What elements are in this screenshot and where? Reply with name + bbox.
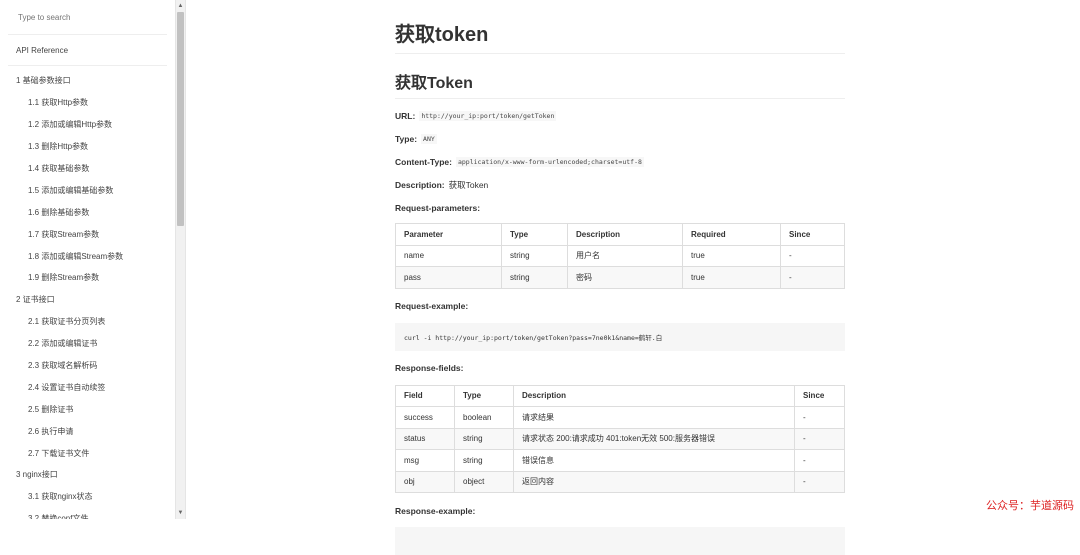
- table-cell: 用户名: [567, 244, 683, 267]
- table-cell: true: [682, 244, 781, 267]
- table-cell: true: [682, 266, 781, 289]
- table-header-row: Parameter Type Description Required Sinc…: [395, 223, 845, 246]
- toc-item[interactable]: 1.4 获取基础参数: [0, 158, 175, 180]
- content-type-field: Content-Type: application/x-www-form-url…: [395, 155, 845, 168]
- table-cell: name: [395, 244, 502, 267]
- watermark: 公众号：芋道源码: [986, 499, 1074, 512]
- table-row: status string 请求状态 200:请求成功 401:token无效 …: [395, 427, 845, 450]
- table-row: name string 用户名 true -: [395, 244, 845, 267]
- type-value: ANY: [421, 133, 437, 144]
- request-params-table: Parameter Type Description Required Sinc…: [395, 223, 845, 289]
- table-row: pass string 密码 true -: [395, 266, 845, 289]
- table-cell: boolean: [454, 406, 514, 429]
- table-cell: string: [454, 449, 514, 472]
- type-label: Type:: [395, 133, 418, 144]
- request-example-code: curl -i http://your_ip:port/token/getTok…: [395, 322, 845, 351]
- table-cell: 密码: [567, 266, 683, 289]
- table-cell: pass: [395, 266, 502, 289]
- search-input[interactable]: [16, 11, 160, 23]
- section-title: 获取Token: [395, 54, 845, 99]
- type-field: Type: ANY: [395, 132, 845, 145]
- scroll-up-icon[interactable]: ▲: [177, 2, 184, 10]
- response-example-label: Response-example:: [395, 505, 476, 516]
- toc-item[interactable]: 1.1 获取Http参数: [0, 92, 175, 114]
- sidebar-scrollbar[interactable]: ▲ ▼: [175, 0, 186, 519]
- table-header-cell: Type: [454, 384, 514, 407]
- table-header-cell: Description: [567, 223, 683, 246]
- toc-item[interactable]: 1.5 添加或编辑基础参数: [0, 179, 175, 201]
- table-cell: -: [780, 266, 845, 289]
- table-cell: string: [501, 244, 568, 267]
- toc-item[interactable]: 2.7 下载证书文件: [0, 442, 175, 464]
- toc-item[interactable]: 3.1 获取nginx状态: [0, 486, 175, 508]
- table-header-cell: Field: [395, 384, 455, 407]
- toc-item[interactable]: 2.3 获取域名解析码: [0, 355, 175, 377]
- scrollbar-thumb[interactable]: [177, 12, 184, 226]
- table-cell: -: [794, 406, 845, 429]
- table-header-row: Field Type Description Since: [395, 384, 845, 407]
- toc-item[interactable]: 2.5 删除证书: [0, 398, 175, 420]
- toc-section[interactable]: 1 基础参数接口: [0, 70, 175, 92]
- table-cell: 请求状态 200:请求成功 401:token无效 500:服务器错误: [513, 427, 795, 450]
- toc-item[interactable]: 2.6 执行申请: [0, 420, 175, 442]
- table-cell: -: [794, 470, 845, 493]
- response-fields-label: Response-fields:: [395, 363, 464, 373]
- table-cell: 请求结果: [513, 406, 795, 429]
- toc-item[interactable]: 2.2 添加或编辑证书: [0, 333, 175, 355]
- table-header-cell: Description: [513, 384, 795, 407]
- table-cell: object: [454, 470, 514, 493]
- table-header-cell: Since: [780, 223, 845, 246]
- url-label: URL:: [395, 110, 416, 121]
- table-row: msg string 错误信息 -: [395, 449, 845, 472]
- table-cell: string: [454, 427, 514, 450]
- table-row: success boolean 请求结果 -: [395, 406, 845, 429]
- table-header-cell: Since: [794, 384, 845, 407]
- table-row: obj object 返回内容 -: [395, 470, 845, 493]
- table-cell: -: [780, 244, 845, 267]
- toc-section[interactable]: 2 证书接口: [0, 289, 175, 311]
- table-cell: msg: [395, 449, 455, 472]
- toc-list: 1 基础参数接口 1.1 获取Http参数 1.2 添加或编辑Http参数 1.3 删…: [0, 66, 175, 519]
- table-cell: 返回内容: [513, 470, 795, 493]
- url-field: URL: http://your_ip:port/token/getToken: [395, 109, 845, 122]
- toc-item[interactable]: 1.9 删除Stream参数: [0, 267, 175, 289]
- table-header-cell: Type: [501, 223, 568, 246]
- url-value: http://your_ip:port/token/getToken: [419, 110, 557, 121]
- scroll-down-icon[interactable]: ▼: [177, 509, 184, 517]
- table-cell: obj: [395, 470, 455, 493]
- content-type-label: Content-Type:: [395, 156, 452, 167]
- response-fields-table: Field Type Description Since success boo…: [395, 384, 845, 494]
- table-cell: 错误信息: [513, 449, 795, 472]
- response-example-code: [395, 527, 845, 555]
- toc-item[interactable]: 1.6 删除基础参数: [0, 201, 175, 223]
- toc-item[interactable]: 1.2 添加或编辑Http参数: [0, 114, 175, 136]
- description-label: Description:: [395, 179, 445, 190]
- toc-item[interactable]: 2.4 设置证书自动续签: [0, 376, 175, 398]
- table-header-cell: Parameter: [395, 223, 502, 246]
- description-field: Description: 获取Token: [395, 178, 845, 191]
- content-type-value: application/x-www-form-urlencoded;charse…: [455, 156, 644, 167]
- table-cell: string: [501, 266, 568, 289]
- description-value: 获取Token: [448, 179, 489, 190]
- table-cell: success: [395, 406, 455, 429]
- toc-item[interactable]: 3.2 替换conf文件: [0, 508, 175, 519]
- search-box[interactable]: [8, 0, 167, 35]
- request-params-label: Request-parameters:: [395, 202, 481, 213]
- main-content: 获取token 获取Token URL: http://your_ip:port…: [395, 0, 845, 555]
- toc-item[interactable]: 2.1 获取证书分页列表: [0, 311, 175, 333]
- table-cell: -: [794, 449, 845, 472]
- sidebar: API Reference 1 基础参数接口1.1 获取Http参数1.2 添加…: [0, 0, 175, 519]
- table-cell: -: [794, 427, 845, 450]
- table-header-cell: Required: [682, 223, 781, 246]
- toc-section[interactable]: 3 nginx接口: [0, 464, 175, 486]
- api-reference-link[interactable]: API Reference: [8, 35, 167, 66]
- toc-item[interactable]: 1.7 获取Stream参数: [0, 223, 175, 245]
- request-example-label: Request-example:: [395, 301, 469, 311]
- table-cell: status: [395, 427, 455, 450]
- toc-item[interactable]: 1.8 添加或编辑Stream参数: [0, 245, 175, 267]
- page-title: 获取token: [395, 0, 845, 54]
- toc-item[interactable]: 1.3 删除Http参数: [0, 136, 175, 158]
